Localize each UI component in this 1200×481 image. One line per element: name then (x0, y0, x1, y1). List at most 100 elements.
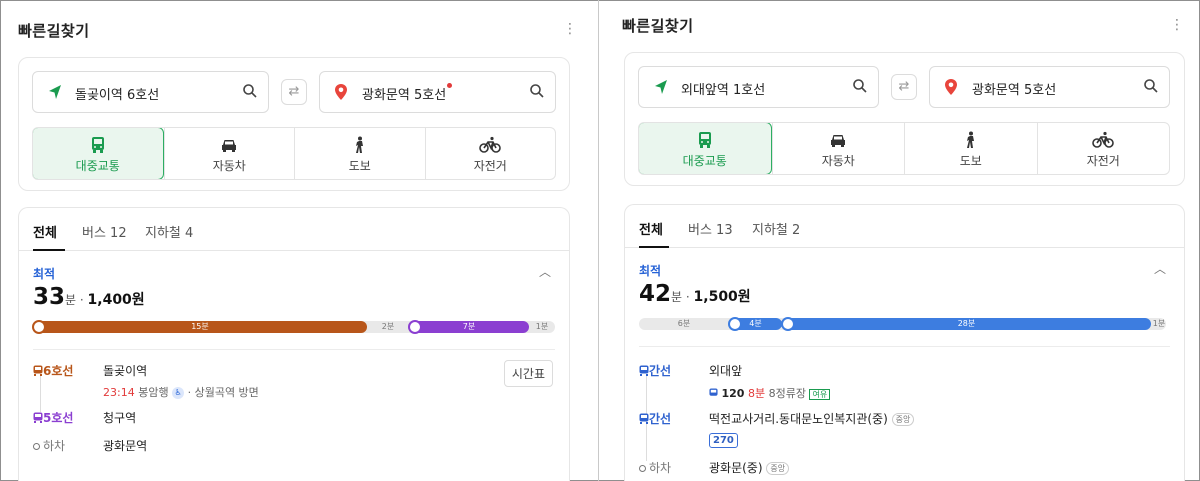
search-icon[interactable] (529, 83, 545, 99)
mode-car[interactable]: 자동차 (163, 128, 295, 179)
timetable-button[interactable]: 시간표 (503, 360, 553, 387)
fare-value: 1,500원 (693, 289, 751, 305)
navigation-arrow-icon (655, 80, 667, 94)
collapse-chevron-icon[interactable]: ︿ (1154, 260, 1166, 277)
route-filter-tabs: 전체 버스 13 지하철 2 (625, 205, 1184, 248)
origin-input[interactable]: 외대앞역 1호선 (638, 66, 879, 108)
mode-label: 자동차 (821, 154, 855, 168)
bus-icon (639, 413, 649, 424)
mode-label: 대중교통 (682, 154, 727, 168)
tab-subway[interactable]: 지하철 2 (752, 219, 800, 238)
timeline-segment: 1분 (1152, 319, 1166, 328)
mode-label: 자전거 (473, 159, 507, 173)
subway-icon (33, 412, 43, 423)
optimal-label: 최적 (639, 264, 662, 278)
swap-button[interactable]: ⇄ (891, 74, 917, 100)
origin-input[interactable]: 돌곶이역 6호선 (32, 71, 269, 113)
transit-stage-icon (728, 317, 742, 331)
active-tab-indicator (33, 249, 65, 251)
mode-car[interactable]: 자동차 (771, 123, 905, 174)
step-line-label: 6호선 (33, 362, 73, 379)
mode-bike[interactable]: 자전거 (1036, 123, 1170, 174)
bus-icon (639, 365, 649, 376)
step-line-label: 간선 (639, 410, 671, 427)
mode-bike[interactable]: 자전거 (424, 128, 556, 179)
bus-number: 270 (709, 433, 738, 448)
destination-input[interactable]: 광화문역 5호선 (319, 71, 556, 113)
more-menu-icon[interactable]: ⋮ (1170, 18, 1184, 32)
bus-icon (709, 388, 718, 396)
alight-dot-icon (639, 465, 646, 472)
navigation-arrow-icon (49, 85, 61, 99)
step-station: 청구역 (103, 411, 137, 425)
step-line-label: 간선 (639, 362, 671, 379)
transport-mode-tabs: 대중교통 자동차 도보 자전거 (638, 122, 1170, 175)
search-icon[interactable] (242, 83, 258, 99)
walk-icon (966, 131, 974, 148)
route-filter-tabs: 전체 버스 12 지하철 4 (19, 208, 569, 251)
swap-button[interactable]: ⇄ (281, 79, 307, 105)
right-panel: 빠른길찾기 ⋮ 외대앞역 1호선 ⇄ 광화문역 5호선 대중교통 자동차 도보 … (604, 0, 1199, 481)
transit-stage-icon (408, 320, 422, 334)
tab-subway[interactable]: 지하철 4 (145, 222, 193, 241)
fare-value: 1,400원 (87, 292, 145, 308)
collapse-chevron-icon[interactable]: ︿ (539, 263, 551, 280)
mode-walk[interactable]: 도보 (294, 128, 425, 179)
timeline-segment: 1분 (535, 322, 549, 331)
location-pin-icon (945, 79, 957, 95)
step-station: 돌곶이역 (103, 364, 148, 378)
more-menu-icon[interactable]: ⋮ (563, 22, 577, 36)
timeline-segment: 28분 (782, 318, 1151, 330)
notification-dot (447, 83, 453, 88)
mode-transit[interactable]: 대중교통 (33, 128, 164, 179)
destination-text: 광화문역 5호선 (972, 83, 1057, 98)
timeline-segment: 6분 (677, 319, 691, 328)
route-results-card: 전체 버스 13 지하철 2 최적 ︿ 42분 · 1,500원 6분 4분 28분… (624, 204, 1185, 481)
separator (33, 349, 555, 350)
tab-bus[interactable]: 버스 13 (688, 219, 733, 238)
step-line-label: 5호선 (33, 409, 73, 426)
route-summary: 42분 · 1,500원 (639, 281, 751, 307)
tab-all[interactable]: 전체 (639, 219, 663, 238)
car-icon (831, 135, 846, 147)
separator (639, 346, 1170, 347)
transit-stage-icon (781, 317, 795, 331)
step-detail: 120 8분 8정류장 여유 (709, 385, 831, 401)
mode-label: 자전거 (1086, 154, 1120, 168)
step-detail: 23:14 봉암행 ♿ · 상월곡역 방면 (103, 386, 259, 399)
mode-walk[interactable]: 도보 (904, 123, 1037, 174)
median-lane-chip: 중앙 (891, 413, 915, 426)
timeline-segment: 7분 (409, 321, 529, 333)
route-timeline-bar: 6분 4분 28분 1분 (639, 317, 1166, 331)
optimal-label: 최적 (33, 267, 56, 281)
mode-label: 대중교통 (75, 159, 120, 173)
wheelchair-icon: ♿ (172, 387, 185, 399)
car-icon (222, 140, 237, 152)
swap-icon: ⇄ (898, 79, 910, 94)
timeline-segment: 2분 (381, 322, 395, 331)
swap-icon: ⇄ (288, 84, 300, 99)
step-station: 광화문(중) 중앙 (709, 459, 790, 476)
step-station: 광화문역 (103, 439, 148, 453)
train-towards: 상월곡역 방면 (194, 386, 259, 399)
transit-stage-icon (32, 320, 46, 334)
step-line-label: 하차 (33, 437, 65, 454)
timeline-segment: 15분 (33, 321, 367, 333)
step-line-label: 하차 (639, 459, 671, 476)
duration-unit: 분 (65, 293, 77, 307)
duration-value: 33 (33, 284, 66, 310)
median-lane-chip: 중앙 (766, 462, 790, 475)
tab-all[interactable]: 전체 (33, 222, 57, 241)
step-station: 떡전교사거리.동대문노인복지관(중) 중앙 (709, 410, 915, 427)
mode-label: 자동차 (212, 159, 246, 173)
tab-bus[interactable]: 버스 12 (82, 222, 127, 241)
destination-input[interactable]: 광화문역 5호선 (929, 66, 1170, 108)
duration-value: 42 (639, 281, 672, 307)
mode-transit[interactable]: 대중교통 (639, 123, 772, 174)
origin-text: 돌곶이역 6호선 (75, 88, 160, 103)
departure-time: 23:14 (103, 386, 135, 399)
search-icon[interactable] (852, 78, 868, 94)
search-icon[interactable] (1143, 78, 1159, 94)
destination-text: 광화문역 5호선 (362, 83, 453, 103)
crowd-badge: 여유 (809, 389, 831, 400)
